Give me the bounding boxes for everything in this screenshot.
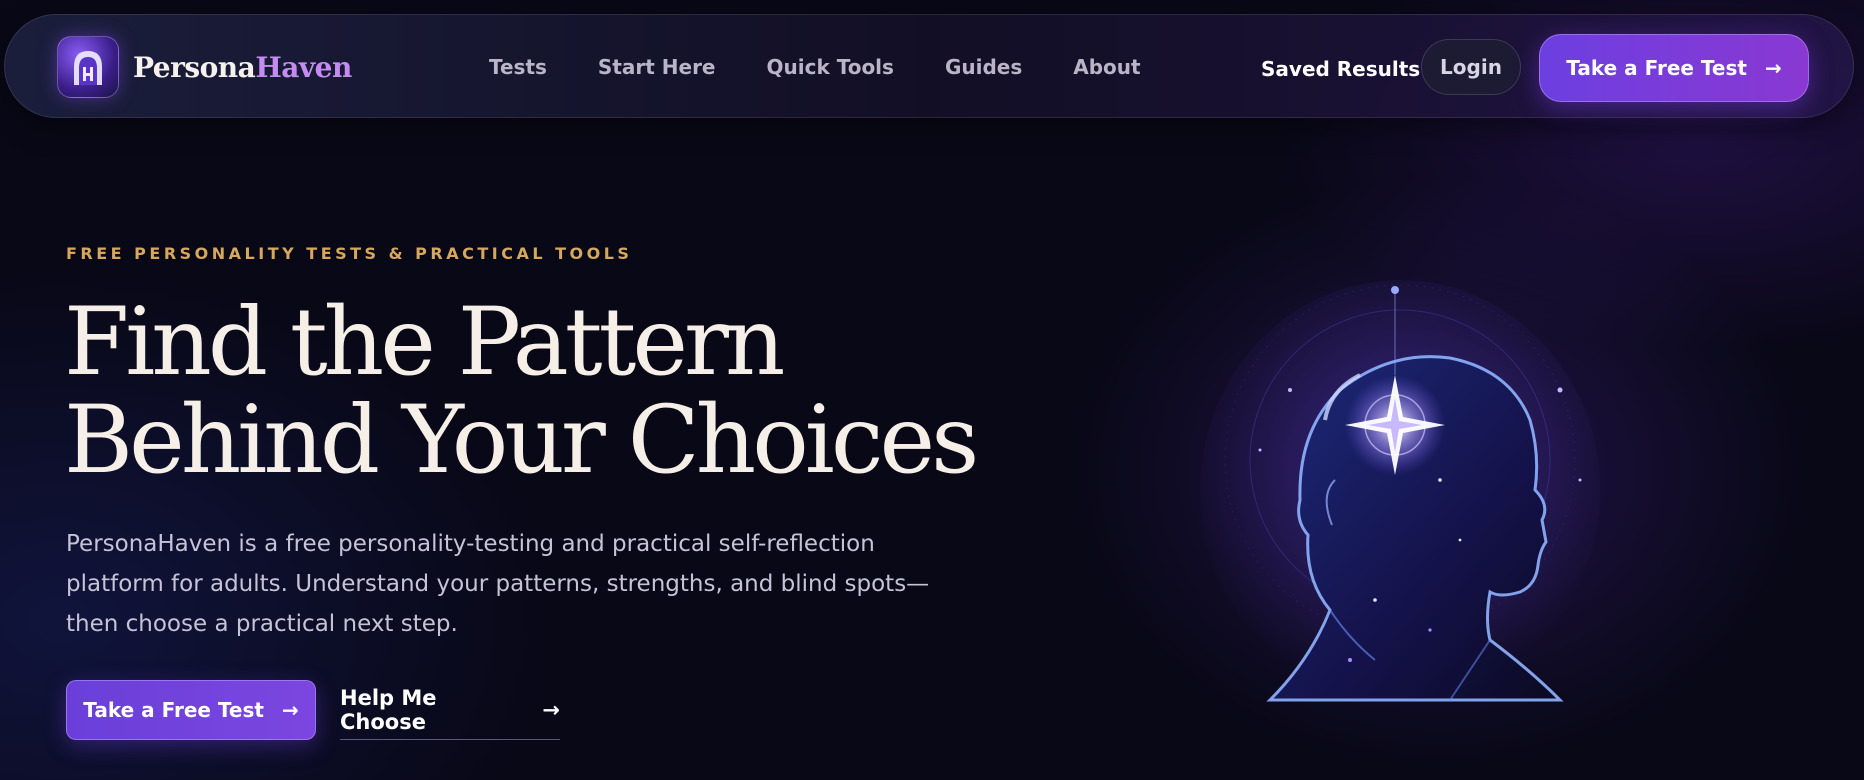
primary-cta-label: Take a Free Test	[83, 698, 264, 722]
brand-name-part2: Haven	[255, 50, 352, 84]
main-menu: Tests Start Here Quick Tools Guides Abou…	[489, 53, 1192, 81]
nav-item-about[interactable]: About	[1073, 53, 1140, 81]
top-navigation: PersonaHaven Tests Start Here Quick Tool…	[4, 14, 1854, 118]
header-cta-label: Take a Free Test	[1566, 56, 1747, 80]
nav-item-start-here[interactable]: Start Here	[598, 53, 716, 81]
hero-headline: Find the Pattern Behind Your Choices	[64, 288, 979, 495]
hero-description: PersonaHaven is a free personality-testi…	[66, 531, 930, 637]
arrow-right-icon: →	[542, 697, 560, 722]
header-take-free-test-button[interactable]: Take a Free Test →	[1539, 34, 1809, 102]
hero-headline-line-2: Behind Your Choices	[64, 386, 979, 495]
nav-item-guides[interactable]: Guides	[945, 53, 1022, 81]
nav-item-tests[interactable]: Tests	[489, 53, 547, 81]
help-me-choose-link[interactable]: Help Me Choose →	[340, 680, 560, 740]
hero-headline-line-1: Find the Pattern	[64, 288, 785, 397]
hero-eyebrow: FREE PERSONALITY TESTS & PRACTICAL TOOLS	[66, 244, 633, 263]
login-button[interactable]: Login	[1421, 39, 1521, 95]
secondary-cta-label: Help Me Choose	[340, 685, 437, 734]
brand-name: PersonaHaven	[133, 51, 352, 84]
take-free-test-button[interactable]: Take a Free Test →	[66, 680, 316, 740]
brand-logo-link[interactable]: PersonaHaven	[57, 35, 352, 99]
nav-item-quick-tools[interactable]: Quick Tools	[767, 53, 894, 81]
arch-h-logo-icon	[57, 36, 119, 98]
arrow-right-icon: →	[1764, 56, 1782, 80]
arrow-right-icon: →	[281, 698, 299, 722]
glowing-head-compass-icon	[1200, 280, 1600, 702]
brand-name-part1: Persona	[133, 50, 256, 84]
saved-results-link[interactable]: Saved Results	[1261, 55, 1420, 83]
